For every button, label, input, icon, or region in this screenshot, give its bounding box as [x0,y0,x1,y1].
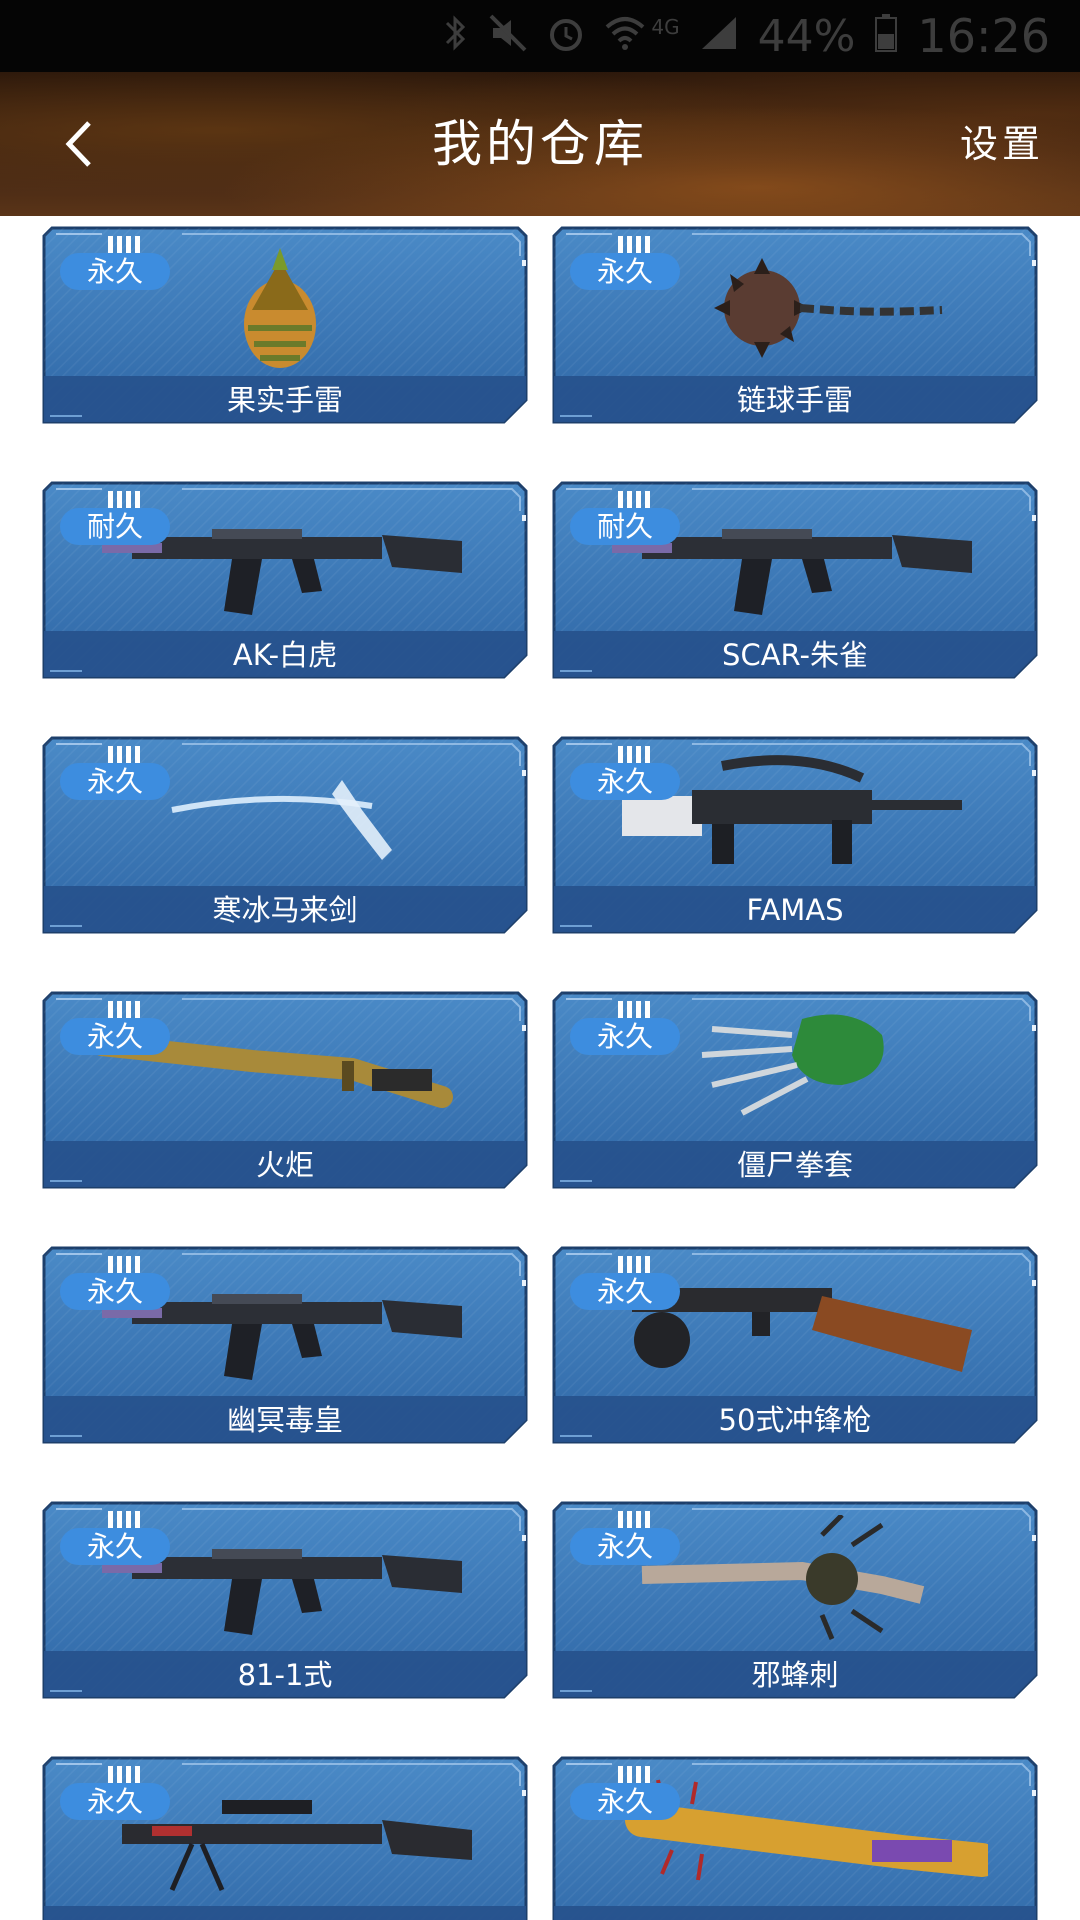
settings-button[interactable]: 设置 [960,72,1044,216]
duration-badge: 永久 [570,763,680,800]
item-name [42,1907,528,1920]
duration-badge: 永久 [60,1273,170,1310]
inventory-item-card[interactable]: 永久 FAMAS [552,736,1038,934]
inventory-item-card[interactable]: 永久 [552,1756,1038,1920]
battery-icon [875,14,898,58]
inventory-item-card[interactable]: 永久 果实手雷 [42,226,528,424]
duration-badge: 永久 [570,1273,680,1310]
duration-badge: 永久 [570,1528,680,1565]
status-bar: 4G 44% 16:26 [0,0,1080,72]
item-name: 邪蜂刺 [751,1658,839,1692]
header-bar: 我的仓库 设置 [0,72,1080,216]
inventory-item-card[interactable]: 永久 [42,1756,528,1920]
duration-badge: 永久 [60,253,170,290]
inventory-item-card[interactable]: 永久 火炬 [42,991,528,1189]
duration-badge: 永久 [570,1783,680,1820]
inventory-item-card[interactable]: 耐久 SCAR-朱雀 [552,481,1038,679]
item-name: 链球手雷 [736,383,853,417]
duration-badge: 永久 [60,1783,170,1820]
item-name: 50式冲锋枪 [718,1403,872,1437]
duration-badge: 永久 [570,253,680,290]
duration-badge: 永久 [60,1528,170,1565]
wifi-icon [605,15,645,57]
duration-badge: 耐久 [570,508,680,545]
inventory-item-card[interactable]: 永久 寒冰马来剑 [42,736,528,934]
mute-icon [489,14,527,58]
inventory-grid: 永久 果实手雷 永久 链球手雷 耐久 AK-白虎 耐久 SCAR-朱雀 永久 寒… [0,216,1080,1920]
bluetooth-icon [443,13,469,59]
inventory-item-card[interactable]: 永久 邪蜂刺 [552,1501,1038,1699]
inventory-item-card[interactable]: 永久 幽冥毒皇 [42,1246,528,1444]
duration-badge: 耐久 [60,508,170,545]
duration-badge: 永久 [60,1018,170,1055]
inventory-item-card[interactable]: 永久 链球手雷 [552,226,1038,424]
item-name: FAMAS [746,893,844,927]
item-name: 81-1式 [237,1658,333,1692]
duration-badge: 永久 [570,1018,680,1055]
item-name: 果实手雷 [226,383,343,417]
item-name [552,1907,1038,1920]
item-name: SCAR-朱雀 [722,638,868,672]
item-name: 寒冰马来剑 [212,893,358,927]
inventory-item-card[interactable]: 永久 81-1式 [42,1501,528,1699]
alarm-icon [547,14,585,58]
page-title: 我的仓库 [432,115,648,173]
duration-badge: 永久 [60,763,170,800]
battery-percent: 44% [757,10,856,62]
inventory-item-card[interactable]: 永久 50式冲锋枪 [552,1246,1038,1444]
network-type-label: 4G [651,15,680,39]
item-name: AK-白虎 [232,638,338,672]
inventory-item-card[interactable]: 永久 僵尸拳套 [552,991,1038,1189]
clock: 16:26 [917,9,1050,63]
inventory-item-card[interactable]: 耐久 AK-白虎 [42,481,528,679]
item-name: 僵尸拳套 [736,1148,853,1182]
item-name: 火炬 [255,1148,314,1182]
item-name: 幽冥毒皇 [226,1403,343,1437]
signal-icon [700,15,738,57]
